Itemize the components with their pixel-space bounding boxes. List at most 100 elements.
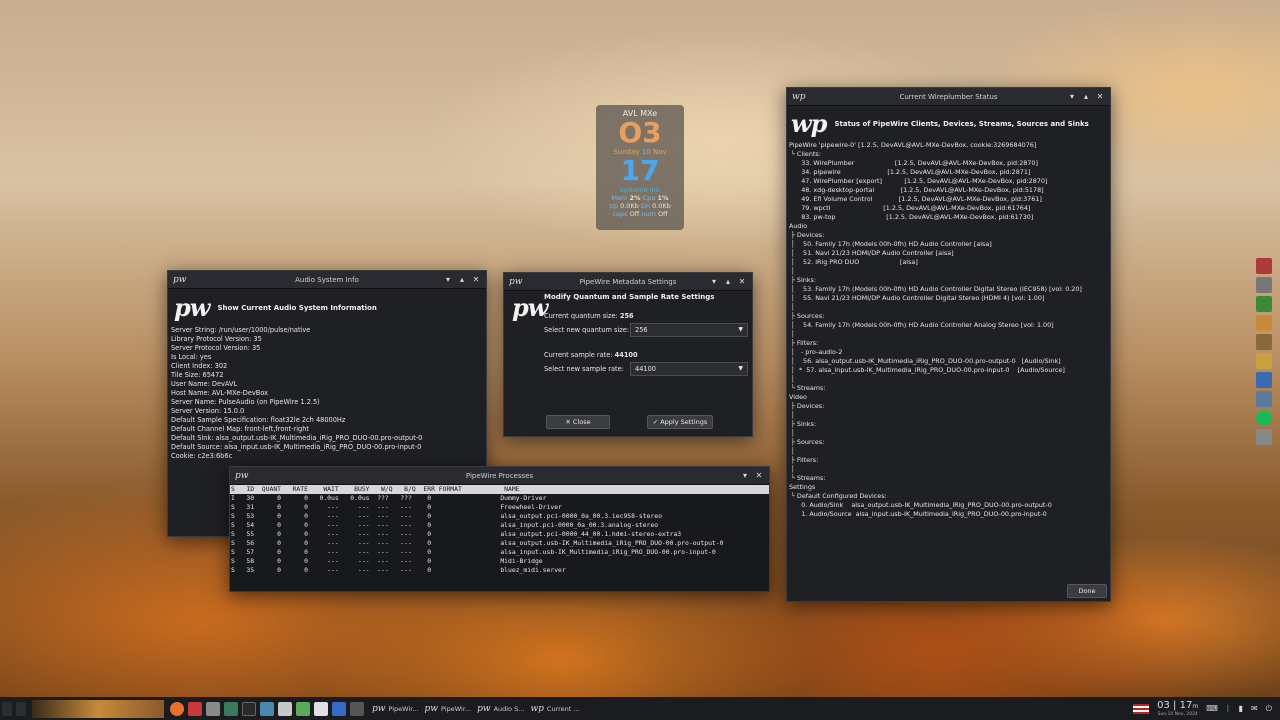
maximize-icon[interactable]: ▴	[723, 277, 733, 286]
audio-info-header-text: Show Current Audio System Information	[217, 303, 377, 312]
status-line: Audio	[789, 222, 808, 230]
app-icon-10[interactable]	[1256, 429, 1272, 445]
quantum-select[interactable]: 256 ▼	[630, 323, 748, 337]
desktop-toggle-icon[interactable]	[16, 701, 26, 716]
processes-titlebar[interactable]: pw PipeWire Processes ▾ ✕	[230, 467, 769, 485]
status-line: 1. Audio/Source alsa_input.usb-IK_Multim…	[789, 510, 1047, 518]
processes-table: I 30 0 0 0.0us 0.0us ??? ??? 0 Dummy-Dri…	[230, 494, 769, 575]
filezilla-icon[interactable]	[188, 701, 202, 716]
status-line: │	[789, 411, 795, 419]
apply-settings-button[interactable]: ✓ Apply Settings	[647, 415, 713, 429]
maximize-icon[interactable]: ▴	[1081, 92, 1091, 101]
taskbar-task[interactable]: pw PipeWir...	[372, 704, 419, 714]
table-row: S 56 0 0 --- --- --- --- 0 alsa_output.u…	[231, 539, 724, 547]
us-flag-icon[interactable]	[1133, 703, 1150, 714]
taskbar-time-suffix: m	[1192, 703, 1199, 710]
done-button[interactable]: Done	[1067, 584, 1107, 598]
clock-mem-row: Mem 2% Cpu 1%	[596, 194, 684, 202]
status-line: │	[789, 303, 795, 311]
status-line: │	[789, 375, 795, 383]
menu-icon[interactable]	[2, 701, 12, 716]
minimize-icon[interactable]: ▾	[709, 277, 719, 286]
taskbar-task[interactable]: pw PipeWir...	[425, 704, 472, 714]
info-line: User Name: DevAVL	[171, 380, 238, 388]
task-label: Current ...	[546, 704, 580, 713]
app-icon-8[interactable]	[1256, 391, 1272, 407]
info-line: Default Source: alsa_input.usb-IK_Multim…	[171, 443, 422, 451]
close-icon[interactable]: ✕	[754, 471, 764, 480]
taskbar-clock[interactable]: 03 | 17m Sun,10 Nov, 2024	[1157, 700, 1198, 717]
close-icon[interactable]: ✕	[1095, 92, 1105, 101]
status-line: └ Default Configured Devices:	[789, 492, 887, 500]
app-icon-1[interactable]	[1256, 258, 1272, 274]
num-label: num	[641, 210, 656, 218]
pw-logo-icon: pw	[173, 274, 187, 285]
info-line: Default Sink: alsa_output.usb-IK_Multime…	[171, 434, 423, 442]
folder-icon[interactable]	[224, 701, 238, 716]
app-icon-y[interactable]	[278, 701, 292, 716]
keyboard-icon[interactable]: ⌨	[1206, 704, 1218, 713]
status-line: │ * 57. alsa_input.usb-IK_Multimedia_iRi…	[789, 366, 1065, 374]
app-icon-w[interactable]	[332, 701, 346, 716]
power-icon[interactable]: ⏻	[1266, 704, 1272, 714]
table-row: S 57 0 0 --- --- --- --- 0 alsa_input.us…	[231, 548, 716, 556]
app-icon-2[interactable]	[1256, 277, 1272, 293]
wp-big-logo-icon: wp	[791, 109, 827, 138]
chevron-down-icon: ▼	[738, 326, 743, 333]
workspace-preview[interactable]	[32, 699, 164, 718]
taskbar-task[interactable]: wp Current ...	[530, 704, 579, 714]
current-rate-label: Current sample rate:	[544, 351, 613, 359]
dock	[1256, 258, 1274, 445]
info-line: Server String: /run/user/1000/pulse/nati…	[171, 326, 311, 334]
taskbar-task[interactable]: pw Audio S...	[477, 704, 524, 714]
status-line: │	[789, 447, 795, 455]
wireplumber-title: Current Wireplumber Status	[899, 92, 998, 101]
system-tray: 03 | 17m Sun,10 Nov, 2024 ⌨ ᛒ ▮ ✉ ⏻	[1133, 700, 1272, 717]
metadata-titlebar[interactable]: pw PipeWire Metadata Settings ▾ ▴ ✕	[504, 273, 752, 291]
audio-info-titlebar[interactable]: pw Audio System Info ▾ ▴ ✕	[168, 271, 486, 289]
status-line: │	[789, 429, 795, 437]
rate-select[interactable]: 44100 ▼	[630, 362, 748, 376]
pw-logo-icon: pw	[509, 276, 523, 287]
usb-icon[interactable]: ▮	[1239, 704, 1243, 713]
audio-info-text: Server String: /run/user/1000/pulse/nati…	[168, 326, 486, 461]
wireplumber-titlebar[interactable]: wp Current Wireplumber Status ▾ ▴ ✕	[787, 88, 1110, 106]
bluetooth-icon[interactable]: ᛒ	[1226, 704, 1231, 713]
app-icon-3[interactable]	[1256, 296, 1272, 312]
info-line: Is Local: yes	[171, 353, 212, 361]
app-icon-5[interactable]	[1256, 334, 1272, 350]
close-button[interactable]: ✕ Close	[546, 415, 610, 429]
firefox-icon[interactable]	[170, 701, 184, 716]
clock-status: systemd init	[620, 186, 660, 194]
clock-hour: O3	[618, 116, 662, 149]
app-icon-6[interactable]	[1256, 353, 1272, 369]
new-rate-label: Select new sample rate:	[544, 365, 624, 373]
document-icon[interactable]	[314, 701, 328, 716]
maximize-icon[interactable]: ▴	[457, 275, 467, 284]
cpu-label: Cpu	[642, 194, 656, 202]
app-icon-4[interactable]	[1256, 315, 1272, 331]
close-icon[interactable]: ✕	[737, 277, 747, 286]
status-line: 33. WirePlumber [1.2.5, DevAVL@AVL-MXe-D…	[789, 159, 1038, 167]
app-icon-x[interactable]	[260, 701, 274, 716]
status-line: 34. pipewire [1.2.5, DevAVL@AVL-MXe-DevB…	[789, 168, 1031, 176]
app-icon-z[interactable]	[296, 701, 310, 716]
inbox-icon[interactable]: ✉	[1251, 704, 1258, 713]
minimize-icon[interactable]: ▾	[443, 275, 453, 284]
info-line: Default Channel Map: front-left,front-ri…	[171, 425, 309, 433]
minimize-icon[interactable]: ▾	[1067, 92, 1077, 101]
spotify-icon[interactable]	[1256, 410, 1272, 426]
status-line: │ 54. Family 17h (Models 00h-0fh) HD Aud…	[789, 321, 1054, 329]
status-line: └ Clients:	[789, 150, 821, 158]
info-line: Default Sample Specification: float32le …	[171, 416, 346, 424]
files-icon[interactable]	[206, 701, 220, 716]
app-icon-7[interactable]	[1256, 372, 1272, 388]
minimize-icon[interactable]: ▾	[740, 471, 750, 480]
status-line: │ - pro-audio-2	[789, 348, 843, 356]
terminal-icon[interactable]	[242, 701, 256, 716]
status-line: │ 55. Navi 21/23 HDMI/DP Audio Controlle…	[789, 294, 1045, 302]
app-icon-v[interactable]	[350, 701, 364, 716]
info-line: Client Index: 302	[171, 362, 228, 370]
close-icon[interactable]: ✕	[471, 275, 481, 284]
status-line: ├ Sources:	[789, 438, 825, 446]
